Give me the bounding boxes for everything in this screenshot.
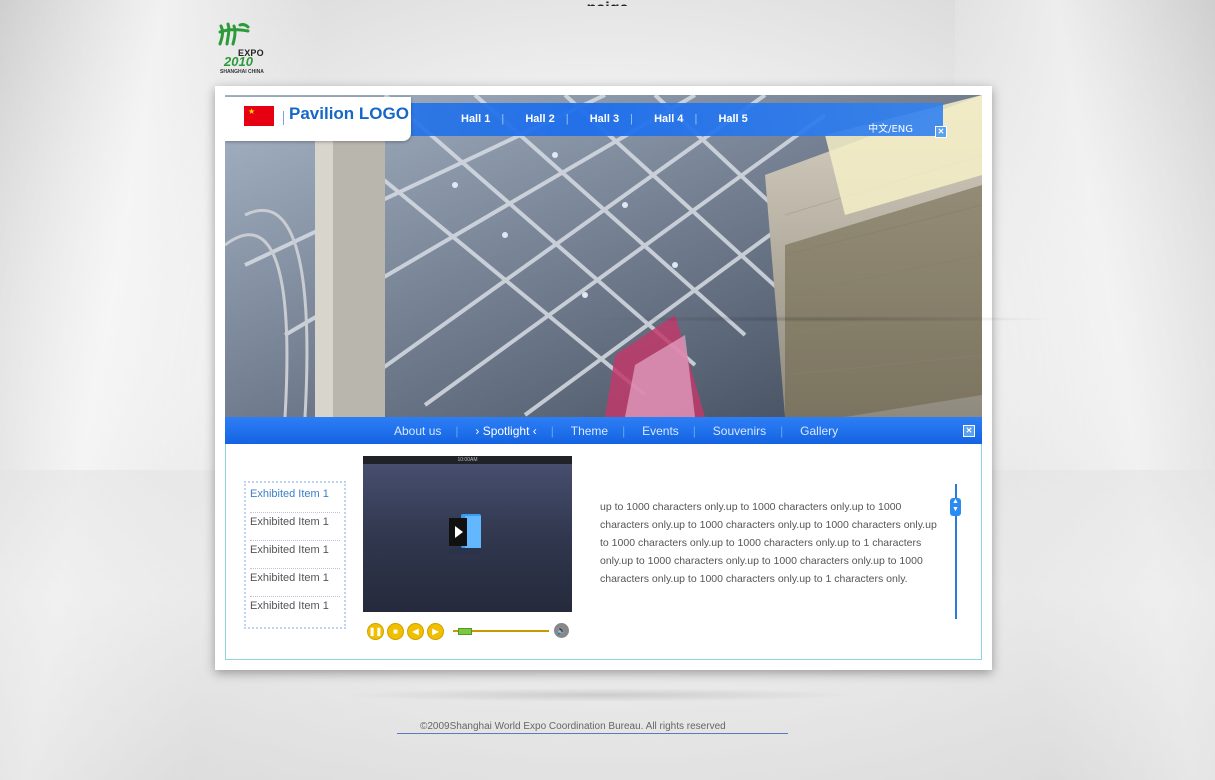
expo-year: 2010 (224, 54, 253, 69)
language-switch[interactable]: 中文/ENG (868, 120, 913, 135)
video-controls: ❚❚ ■ ◀ ▶ 🔈 (363, 622, 572, 640)
close-icon[interactable]: ✕ (935, 126, 947, 138)
footer-underline (397, 733, 788, 734)
next-icon[interactable]: ▶ (427, 623, 444, 640)
video-file-icon (449, 514, 481, 554)
expo-city: SHANGHAI CHINA (220, 69, 264, 75)
pavilion-logo-text: Pavilion LOGO (289, 104, 409, 123)
nav-about-us[interactable]: About us (377, 424, 458, 438)
list-item[interactable]: Exhibited Item 1 (250, 569, 340, 597)
list-item[interactable]: Exhibited Item 1 (250, 597, 340, 625)
list-item[interactable]: Exhibited Item 1 (250, 513, 340, 541)
nav-theme[interactable]: Theme (551, 424, 625, 438)
hall-tabs: Hall 1 Hall 2 Hall 3 Hall 4 Hall 5 (449, 113, 771, 125)
list-item[interactable]: Exhibited Item 1 (250, 541, 340, 569)
scroll-arrows-icon[interactable]: ▲ ▼ (950, 498, 961, 516)
hero-banner-image: Hall 1 Hall 2 Hall 3 Hall 4 Hall 5 中文/EN… (225, 95, 982, 417)
video-player-screen[interactable]: 10:00AM (363, 456, 572, 612)
copyright-text: ©2009Shanghai World Expo Coordination Bu… (420, 721, 726, 732)
hall-tab-5[interactable]: Hall 5 (694, 113, 770, 125)
pavilion-logo-box[interactable]: ★ Pavilion LOGO (225, 97, 411, 141)
seek-handle[interactable] (457, 628, 472, 635)
pause-icon[interactable]: ❚❚ (367, 623, 384, 640)
page-title: paige (0, 0, 1215, 6)
pavilion-page-card: Hall 1 Hall 2 Hall 3 Hall 4 Hall 5 中文/EN… (215, 86, 1060, 670)
expo-2010-logo: EXPO 2010 SHANGHAI CHINA (218, 22, 268, 78)
main-navigation-bar: About us › Spotlight ‹ Theme Events Souv… (225, 417, 982, 444)
expo-mascot-icon (218, 22, 250, 46)
description-scrollbar[interactable]: ▲ ▼ (950, 484, 961, 619)
exhibited-item-list: Exhibited Item 1 Exhibited Item 1 Exhibi… (244, 481, 346, 629)
close-icon[interactable]: ✕ (963, 425, 975, 437)
spotlight-content-panel: Exhibited Item 1 Exhibited Item 1 Exhibi… (225, 444, 982, 660)
hall-interior-illustration (225, 95, 982, 417)
list-item[interactable]: Exhibited Item 1 (250, 485, 340, 513)
footer-shadow (340, 688, 860, 702)
nav-events[interactable]: Events (622, 424, 696, 438)
description-text: up to 1000 characters only.up to 1000 ch… (600, 501, 937, 585)
video-status-bar: 10:00AM (363, 456, 572, 464)
logo-divider (283, 111, 284, 125)
volume-icon[interactable]: 🔈 (554, 623, 569, 638)
main-nav: About us › Spotlight ‹ Theme Events Souv… (377, 424, 855, 438)
stop-icon[interactable]: ■ (387, 623, 404, 640)
china-flag-icon: ★ (244, 106, 274, 126)
seek-bar[interactable] (453, 628, 549, 635)
previous-icon[interactable]: ◀ (407, 623, 424, 640)
nav-spotlight[interactable]: › Spotlight ‹ (455, 424, 553, 438)
nav-souvenirs[interactable]: Souvenirs (693, 424, 783, 438)
content-shadow (580, 316, 1060, 322)
nav-gallery[interactable]: Gallery (780, 424, 855, 438)
